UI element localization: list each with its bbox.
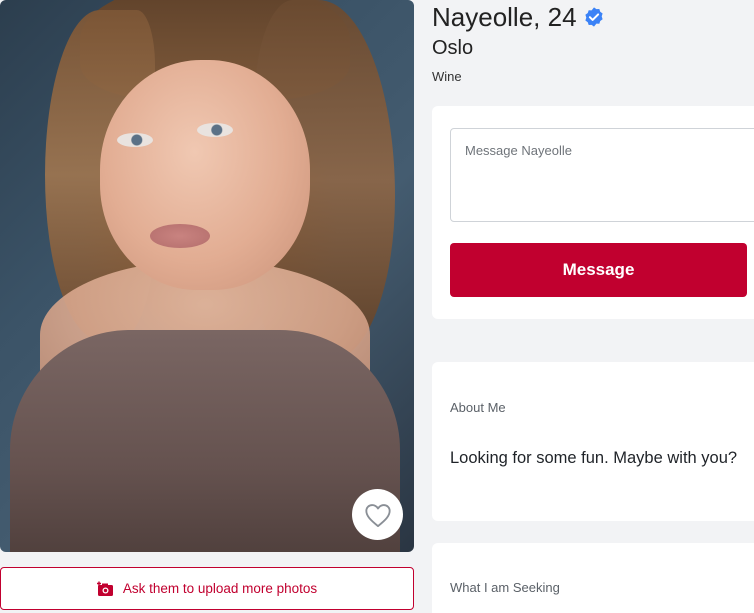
about-text: Looking for some fun. Maybe with you? [450, 449, 738, 467]
profile-page: Ask them to upload more photos Nayeolle,… [0, 0, 754, 613]
name-age-text: Nayeolle, 24 [432, 1, 577, 32]
message-input[interactable] [450, 128, 754, 222]
message-card: Message [432, 106, 754, 319]
profile-name: Nayeolle, 24 [432, 0, 605, 34]
request-photos-button[interactable]: Ask them to upload more photos [0, 567, 414, 610]
camera-plus-icon [96, 581, 113, 596]
request-photos-label: Ask them to upload more photos [122, 581, 318, 596]
seeking-heading: What I am Seeking [450, 580, 560, 595]
about-card: About Me Looking for some fun. Maybe wit… [432, 362, 754, 521]
about-heading: About Me [450, 400, 506, 415]
favorite-button[interactable] [352, 489, 403, 540]
profile-photo[interactable] [0, 0, 414, 552]
message-button[interactable]: Message [450, 243, 747, 297]
verified-badge-icon [584, 7, 603, 27]
profile-tag: Wine [432, 69, 462, 84]
heart-outline-icon [364, 503, 391, 527]
profile-city: Oslo [432, 37, 474, 59]
seeking-card: What I am Seeking [432, 543, 754, 613]
